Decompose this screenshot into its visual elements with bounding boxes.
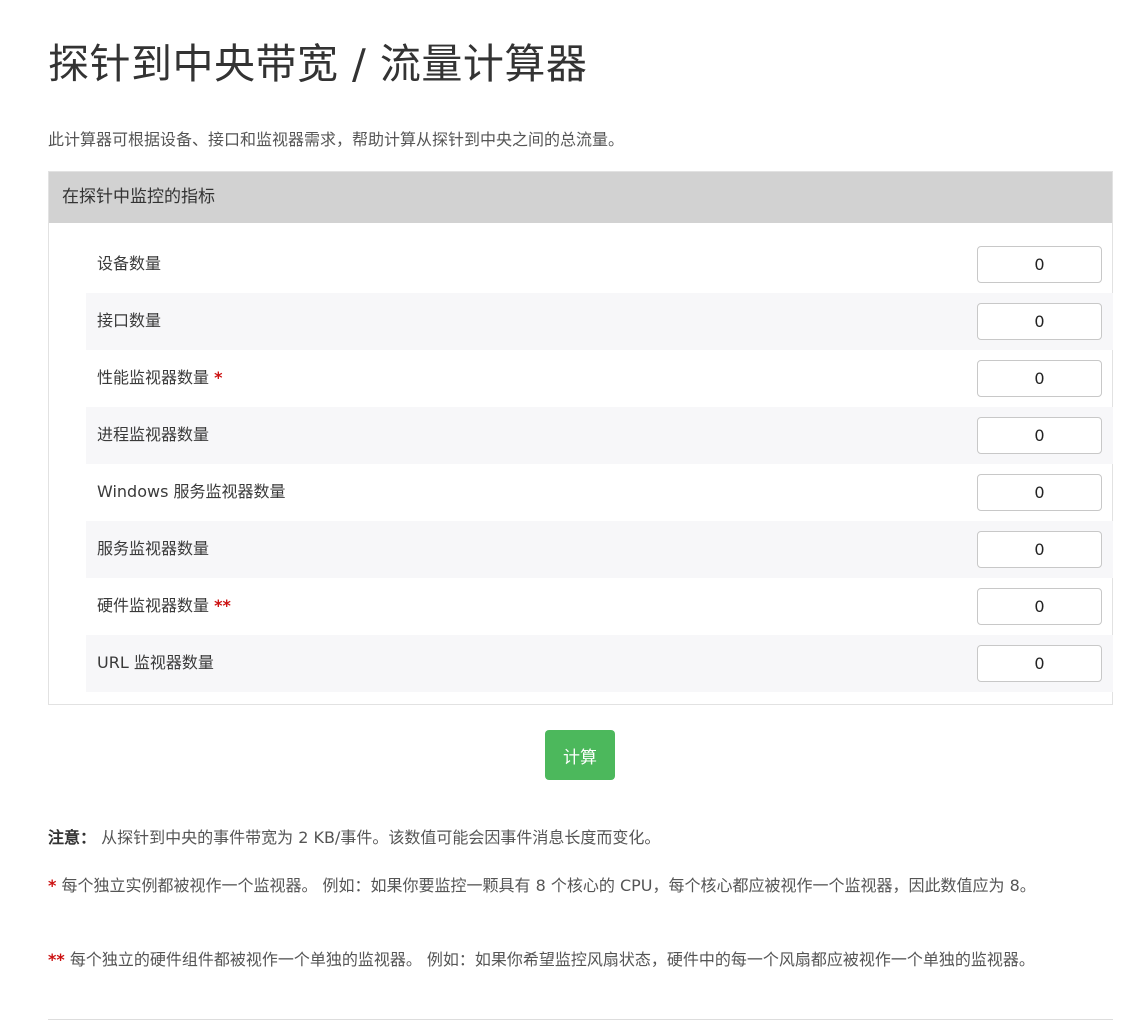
row-label: 接口数量 [97, 311, 162, 330]
row-process-monitor-count: 进程监视器数量 [86, 407, 1113, 464]
row-label: 硬件监视器数量 ** [97, 596, 231, 615]
row-label: 服务监视器数量 [97, 539, 210, 558]
note-label: 注意： [48, 828, 97, 847]
row-url-monitor-count: URL 监视器数量 [86, 635, 1113, 692]
bottom-divider [48, 1019, 1113, 1020]
footnote-double-star: ** 每个独立的硬件组件都被视作一个单独的监视器。 例如：如果你希望监控风扇状态… [48, 950, 1035, 969]
service-monitor-count-input[interactable] [977, 531, 1102, 568]
row-label: Windows 服务监视器数量 [97, 482, 286, 501]
metrics-rows: 设备数量 接口数量 性能监视器数量 * 进程监视器数量 Windows 服务监视… [86, 236, 1113, 692]
windows-service-monitor-count-input[interactable] [977, 474, 1102, 511]
calculator-page: 探针到中央带宽 / 流量计算器 此计算器可根据设备、接口和监视器需求，帮助计算从… [0, 0, 1139, 1022]
panel-header: 在探针中监控的指标 [49, 172, 1112, 223]
intro-text: 此计算器可根据设备、接口和监视器需求，帮助计算从探针到中央之间的总流量。 [48, 130, 625, 149]
double-star-marker: ** [48, 950, 65, 969]
row-windows-service-monitor-count: Windows 服务监视器数量 [86, 464, 1113, 521]
process-monitor-count-input[interactable] [977, 417, 1102, 454]
interface-count-input[interactable] [977, 303, 1102, 340]
performance-monitor-count-input[interactable] [977, 360, 1102, 397]
row-label: URL 监视器数量 [97, 653, 214, 672]
hardware-monitor-count-input[interactable] [977, 588, 1102, 625]
required-marker: ** [214, 596, 231, 615]
page-title: 探针到中央带宽 / 流量计算器 [48, 40, 588, 88]
calculate-button[interactable]: 计算 [545, 730, 615, 780]
device-count-input[interactable] [977, 246, 1102, 283]
row-hardware-monitor-count: 硬件监视器数量 ** [86, 578, 1113, 635]
row-device-count: 设备数量 [86, 236, 1113, 293]
row-interface-count: 接口数量 [86, 293, 1113, 350]
row-label: 进程监视器数量 [97, 425, 210, 444]
bandwidth-note: 注意： 从探针到中央的事件带宽为 2 KB/事件。该数值可能会因事件消息长度而变… [48, 828, 661, 847]
row-label: 设备数量 [97, 254, 162, 273]
url-monitor-count-input[interactable] [977, 645, 1102, 682]
footnote-single-star: * 每个独立实例都被视作一个监视器。 例如：如果你要监控一颗具有 8 个核心的 … [48, 876, 1036, 895]
metrics-panel: 在探针中监控的指标 设备数量 接口数量 性能监视器数量 * 进程监视器数量 Wi… [48, 171, 1113, 705]
row-label: 性能监视器数量 * [97, 368, 223, 387]
row-performance-monitor-count: 性能监视器数量 * [86, 350, 1113, 407]
required-marker: * [214, 368, 223, 387]
row-service-monitor-count: 服务监视器数量 [86, 521, 1113, 578]
